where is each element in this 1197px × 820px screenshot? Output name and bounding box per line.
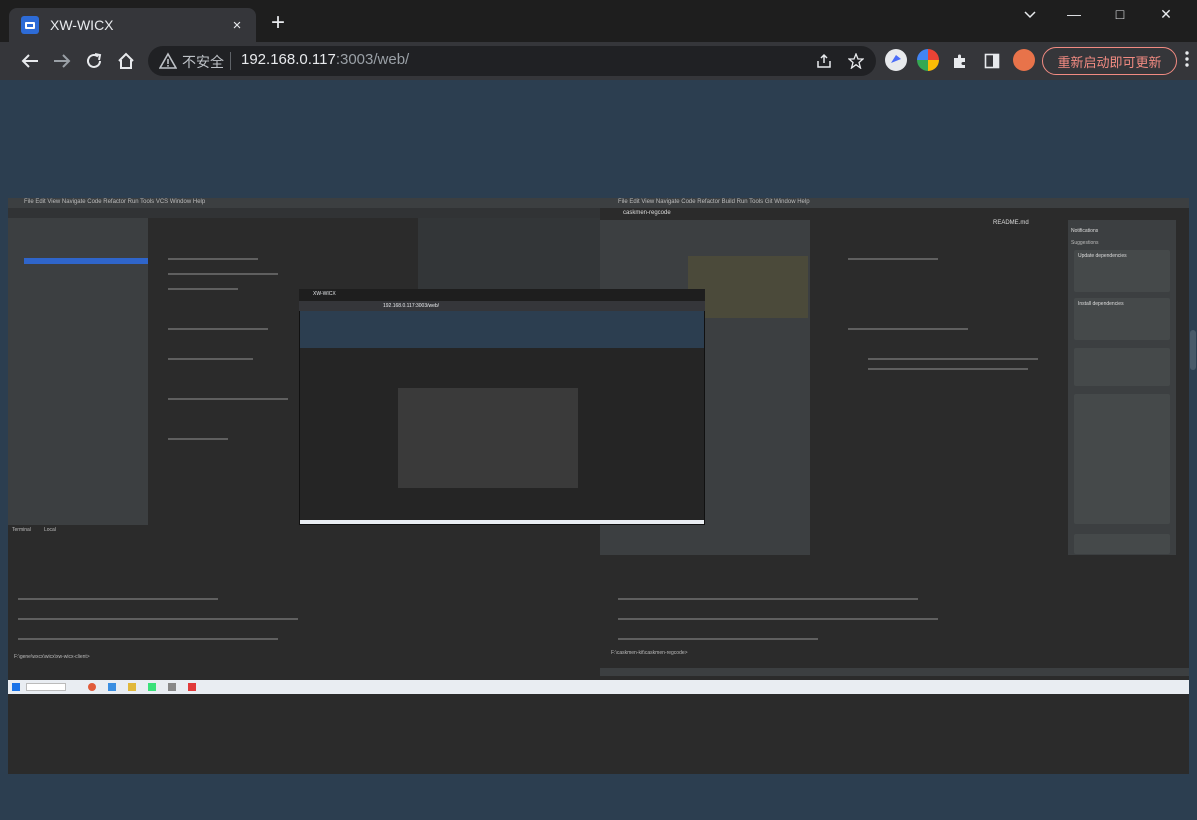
install-deps-title: Install dependencies [1078, 301, 1124, 307]
viewport-scrollbar[interactable] [1189, 200, 1197, 660]
forward-button[interactable] [50, 49, 74, 73]
left-terminal-prompt: F:\gene\wxcx\wicx\xw-wicx-client> [14, 654, 90, 660]
puzzle-icon [954, 54, 965, 68]
warning-icon[interactable] [159, 52, 177, 70]
nested-toolbar [299, 301, 705, 311]
tab-close-button[interactable]: × [228, 17, 246, 34]
home-icon [118, 52, 134, 69]
right-ide-menu: File Edit View Navigate Code Refactor Bu… [618, 199, 810, 205]
tab-strip: XW-WICX × + — □ ✕ [0, 0, 1197, 42]
right-editor [818, 220, 1068, 555]
tree-highlight [688, 256, 808, 318]
favicon-icon [21, 16, 39, 34]
notifications-title: Notifications [1071, 228, 1099, 234]
update-button[interactable]: 重新启动即可更新 [1042, 47, 1177, 75]
forward-icon [54, 54, 71, 68]
chevron-down-icon [1024, 11, 1036, 19]
nested-taskbar [300, 520, 704, 524]
nested-tab-title: XW-WICX [313, 291, 336, 297]
back-icon [21, 54, 38, 68]
close-window-button[interactable]: ✕ [1143, 6, 1189, 26]
address-separator [230, 52, 231, 70]
taskbar-search[interactable] [26, 683, 66, 691]
suggestions-label: Suggestions [1071, 240, 1099, 246]
left-ide-menu: File Edit View Navigate Code Refactor Ru… [24, 199, 206, 205]
left-terminal [8, 525, 600, 760]
reload-icon [87, 53, 102, 68]
windows-taskbar [8, 680, 1189, 694]
share-icon [817, 53, 831, 68]
taskbar-app-icon[interactable] [148, 683, 156, 691]
reload-button[interactable] [82, 49, 106, 73]
right-terminal-prompt: F:\caskmen-kit\caskmen-regcode> [611, 650, 688, 656]
share-button[interactable] [812, 49, 836, 73]
menu-button[interactable] [1184, 50, 1192, 68]
scrollbar-thumb[interactable] [1190, 330, 1196, 370]
sidebar-button[interactable] [980, 49, 1004, 73]
sidebar-icon [984, 53, 1000, 69]
maximize-button[interactable]: □ [1097, 6, 1143, 26]
bird-extension-icon[interactable] [885, 49, 907, 71]
tab-search-button[interactable] [1007, 6, 1053, 26]
home-button[interactable] [114, 49, 138, 73]
terminal-label: Terminal [12, 527, 31, 533]
url-text[interactable]: 192.168.0.117:3003/web/ [241, 51, 409, 68]
left-project-tree [8, 218, 148, 525]
taskbar-app-icon[interactable] [88, 683, 96, 691]
bookmark-button[interactable] [844, 49, 868, 73]
remote-desktop-screen[interactable]: File Edit View Navigate Code Refactor Ru… [8, 198, 1189, 774]
insecure-label[interactable]: 不安全 [182, 52, 224, 72]
taskbar-app-icon[interactable] [128, 683, 136, 691]
tree-selection [24, 258, 148, 264]
color-extension-icon[interactable] [917, 49, 939, 71]
star-icon [848, 53, 864, 69]
profile-avatar[interactable] [1013, 49, 1035, 71]
nested-url: 192.168.0.117:3003/web/ [383, 303, 440, 309]
error-card [1074, 394, 1170, 524]
url-path: :3003/web/ [335, 51, 410, 68]
right-project-name: caskmen-regcode [623, 210, 671, 216]
tab-title: XW-WICX [50, 17, 114, 33]
notification-card [1074, 348, 1170, 386]
nested-tabstrip [299, 289, 705, 301]
kebab-icon [1185, 51, 1189, 67]
windows-start-icon[interactable] [12, 683, 20, 691]
browser-tab[interactable]: XW-WICX × [9, 8, 256, 42]
extensions-button[interactable] [948, 49, 972, 73]
minimize-button[interactable]: — [1051, 6, 1097, 26]
bird-glyph-icon [891, 55, 901, 63]
back-button[interactable] [18, 49, 42, 73]
right-file-tab: README.md [993, 220, 1029, 226]
error-card-2 [1074, 534, 1170, 554]
url-host: 192.168.0.117 [241, 51, 336, 68]
taskbar-app-icon[interactable] [188, 683, 196, 691]
right-status-bar [600, 668, 1189, 676]
terminal-tab: Local [44, 527, 56, 533]
taskbar-app-icon[interactable] [108, 683, 116, 691]
nested-recursive-window [398, 388, 578, 488]
browser-window: XW-WICX × + — □ ✕ 不安全 192.168.0.117:3003… [0, 0, 1197, 820]
right-terminal [600, 555, 1189, 760]
taskbar-app-icon[interactable] [168, 683, 176, 691]
left-ide-tabs [8, 208, 600, 218]
update-deps-title: Update dependencies [1078, 253, 1127, 259]
new-tab-button[interactable]: + [266, 11, 290, 36]
